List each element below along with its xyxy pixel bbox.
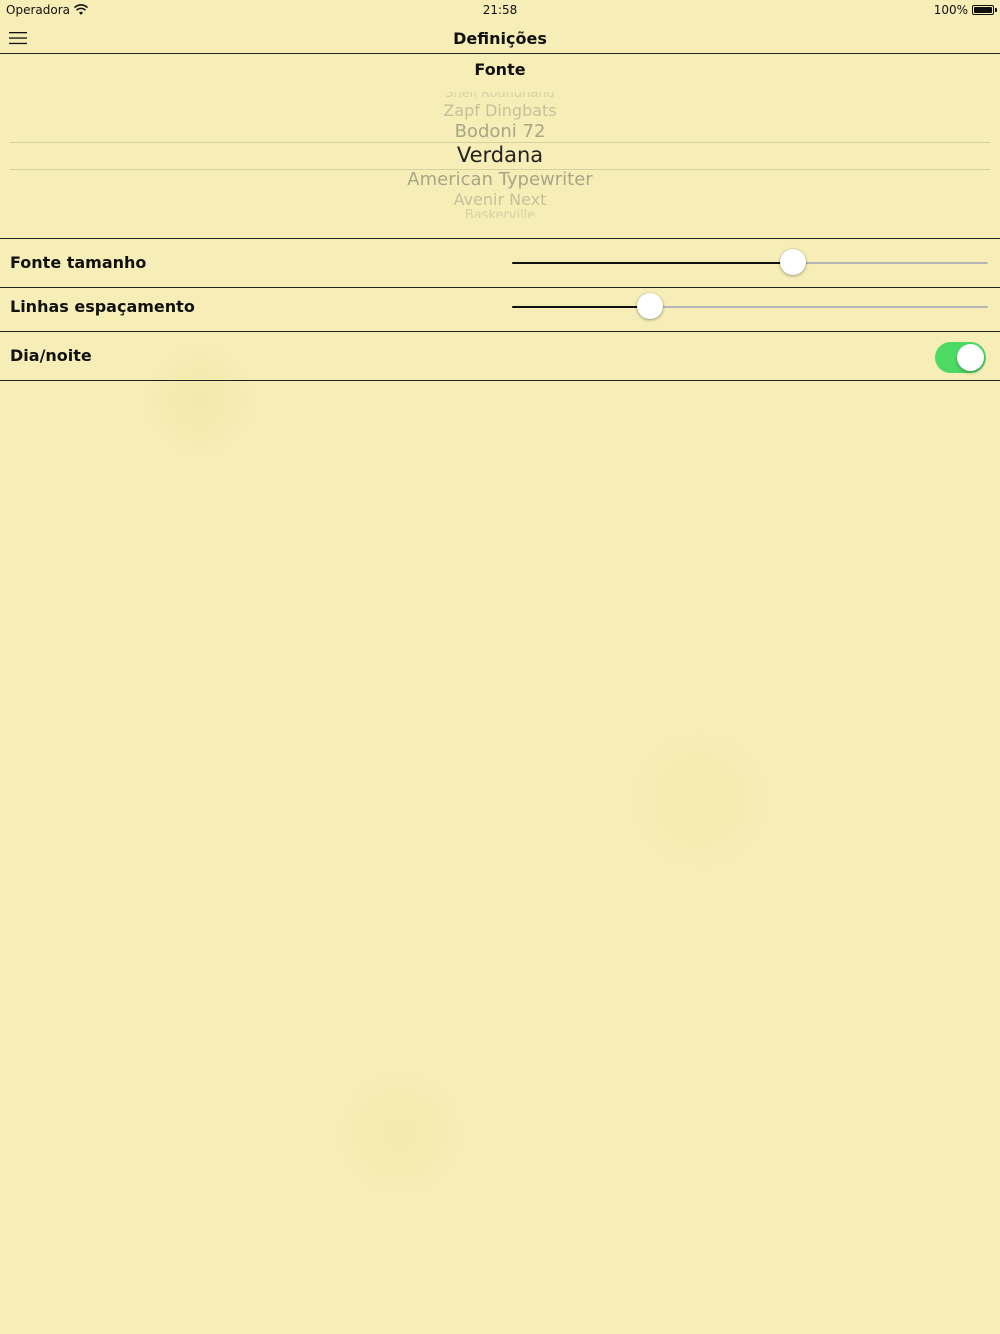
slider-fill <box>512 262 793 264</box>
font-option[interactable]: Snell Roundhand <box>10 92 990 101</box>
status-bar: Operadora 21:58 100% <box>0 0 1000 22</box>
battery-icon <box>972 5 997 15</box>
battery-fill <box>974 7 992 13</box>
font-option[interactable]: American Typewriter <box>10 169 990 190</box>
font-size-label: Fonte tamanho <box>10 253 147 272</box>
day-night-row: Dia/noite <box>0 332 1000 381</box>
toggle-knob <box>957 344 984 371</box>
font-size-row: Fonte tamanho <box>0 239 1000 288</box>
day-night-toggle[interactable] <box>935 342 986 373</box>
battery-percent: 100% <box>933 3 968 17</box>
status-time: 21:58 <box>482 3 518 17</box>
line-spacing-slider[interactable] <box>512 293 988 319</box>
status-battery: 100% <box>933 3 997 17</box>
font-section: Fonte Snell Roundhand Zapf Dingbats Bodoni… <box>0 54 1000 239</box>
font-option[interactable]: Verdana <box>10 143 990 167</box>
font-section-title: Fonte <box>474 60 526 79</box>
page-title: Definições <box>453 29 547 48</box>
battery-tip <box>995 8 997 12</box>
font-picker[interactable]: Snell Roundhand Zapf Dingbats Bodoni 72 Ver… <box>10 92 990 218</box>
navigation-bar: Definições <box>0 22 1000 54</box>
line-spacing-label: Linhas espaçamento <box>10 297 195 316</box>
font-option[interactable]: Zapf Dingbats <box>10 101 990 120</box>
font-option[interactable]: Avenir Next <box>10 190 990 209</box>
slider-fill <box>512 306 651 308</box>
line-spacing-row: Linhas espaçamento <box>0 283 1000 332</box>
slider-thumb[interactable] <box>779 249 806 275</box>
font-option[interactable]: Baskerville <box>10 208 990 218</box>
font-option[interactable]: Bodoni 72 <box>10 121 990 142</box>
day-night-label: Dia/noite <box>10 346 92 365</box>
slider-thumb[interactable] <box>637 293 664 319</box>
font-size-slider[interactable] <box>512 249 988 275</box>
